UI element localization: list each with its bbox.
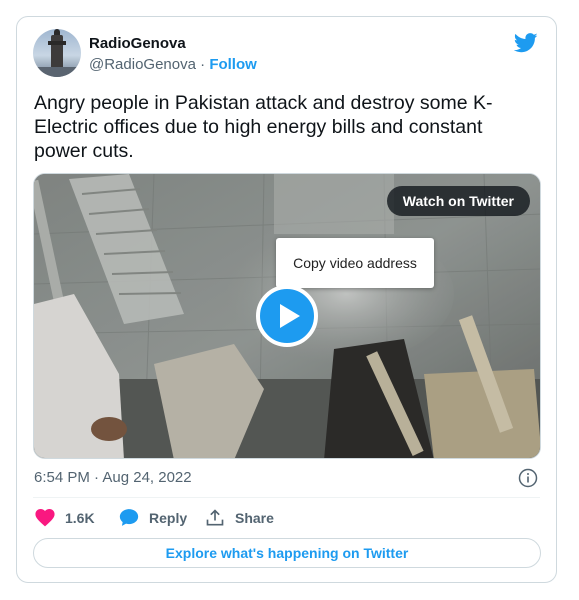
tweet-card: RadioGenova @RadioGenova · Follow Angry … (16, 16, 557, 583)
tweet-text: Angry people in Pakistan attack and dest… (34, 92, 493, 162)
reply-button[interactable]: Reply (119, 507, 189, 529)
watch-on-twitter-button[interactable]: Watch on Twitter (386, 186, 530, 216)
share-upload-icon (206, 509, 224, 526)
reply-label: Reply (149, 510, 188, 526)
follow-button[interactable]: Follow (209, 56, 257, 73)
play-button[interactable] (256, 285, 318, 347)
video-player[interactable]: Watch on Twitter Copy video address (33, 173, 541, 459)
heart-icon (35, 509, 55, 527)
divider (33, 497, 540, 498)
author-name[interactable]: RadioGenova (89, 35, 186, 52)
handle-separator: · (195, 56, 210, 73)
author-handle-row: @RadioGenova · Follow (89, 56, 257, 73)
like-button[interactable]: 1.6K (35, 507, 95, 529)
speech-bubble-icon (119, 509, 139, 526)
info-icon[interactable] (518, 468, 538, 488)
twitter-bird-icon[interactable] (514, 33, 538, 53)
avatar-tower-graphic (48, 29, 66, 71)
tweet-timestamp[interactable]: 6:54 PM · Aug 24, 2022 (34, 469, 192, 486)
like-count: 1.6K (65, 510, 95, 526)
avatar[interactable] (33, 29, 81, 77)
share-button[interactable]: Share (205, 507, 281, 529)
copy-video-address-menu-item[interactable]: Copy video address (276, 238, 434, 288)
play-icon (280, 304, 300, 328)
author-handle[interactable]: @RadioGenova (89, 56, 196, 73)
share-label: Share (235, 510, 274, 526)
explore-twitter-button[interactable]: Explore what's happening on Twitter (33, 538, 541, 568)
